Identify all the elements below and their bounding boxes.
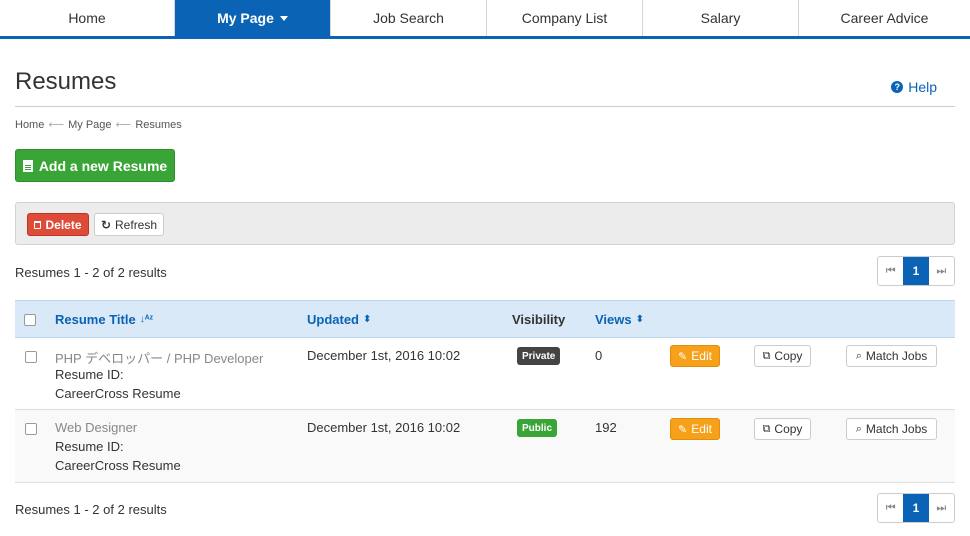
divider (15, 106, 955, 107)
breadcrumb-separator-icon: ⟵ (48, 119, 65, 131)
nav-company-list[interactable]: Company List (487, 0, 643, 36)
match-jobs-label: Match Jobs (865, 422, 928, 436)
resume-title-link[interactable]: Web Designer (55, 420, 137, 435)
breadcrumb-separator-icon: ⟵ (115, 119, 132, 131)
match-jobs-label: Match Jobs (865, 349, 928, 363)
resume-type: CareerCross Resume (55, 458, 181, 473)
view-count: 192 (595, 420, 617, 435)
edit-button[interactable]: ✎ Edit (670, 418, 720, 440)
row-checkbox[interactable] (25, 423, 37, 435)
nav-company-list-label: Company List (521, 10, 608, 26)
add-resume-button[interactable]: Add a new Resume (15, 149, 175, 182)
nav-job-search[interactable]: Job Search (331, 0, 487, 36)
column-header-title-label: Resume Title (55, 312, 136, 327)
results-summary-top: Resumes 1 - 2 of 2 results (15, 265, 167, 280)
breadcrumb: Home ⟵ My Page ⟵ Resumes (15, 118, 182, 132)
resume-id: Resume ID: (55, 439, 124, 454)
copy-button[interactable]: ⧉ Copy (754, 418, 811, 440)
column-header-updated[interactable]: Updated ⬍ (307, 312, 371, 327)
resume-id: Resume ID: (55, 367, 124, 382)
edit-button[interactable]: ✎ Edit (670, 345, 720, 367)
column-header-title[interactable]: Resume Title ↓ᴬᶻ (55, 312, 153, 327)
nav-job-search-label: Job Search (373, 10, 444, 26)
last-page-icon[interactable]: ⏭ (928, 257, 954, 285)
updated-date: December 1st, 2016 10:02 (307, 348, 461, 363)
column-header-views[interactable]: Views ⬍ (595, 312, 644, 327)
resume-type: CareerCross Resume (55, 386, 181, 401)
help-link[interactable]: ? Help (891, 79, 937, 95)
nav-home-label: Home (68, 10, 106, 26)
page-number[interactable]: 1 (903, 257, 929, 285)
column-header-views-label: Views (595, 312, 632, 327)
edit-label: Edit (691, 422, 712, 436)
add-resume-label: Add a new Resume (38, 157, 168, 174)
breadcrumb-resumes: Resumes (135, 118, 182, 131)
copy-icon: ⧉ (762, 422, 771, 435)
results-summary-bottom: Resumes 1 - 2 of 2 results (15, 502, 167, 517)
match-jobs-button[interactable]: ⌕ Match Jobs (846, 345, 937, 367)
edit-label: Edit (691, 349, 712, 363)
pagination-top: ⏮ 1 ⏭ (877, 256, 955, 286)
select-all-checkbox[interactable] (24, 314, 36, 326)
column-header-visibility: Visibility (512, 312, 565, 327)
caret-down-icon (279, 15, 288, 21)
document-icon (22, 159, 33, 172)
trash-icon (34, 220, 42, 229)
toolbar: Delete ↻ Refresh (15, 202, 955, 245)
question-circle-icon: ? (891, 81, 904, 93)
main-nav: Home My Page Job Search Company List Sal… (0, 0, 970, 39)
refresh-label: Refresh (115, 217, 158, 232)
visibility-badge: Public (517, 419, 558, 437)
first-page-icon[interactable]: ⏮ (878, 257, 904, 285)
view-count: 0 (595, 348, 603, 363)
copy-label: Copy (774, 349, 803, 363)
last-page-icon[interactable]: ⏭ (928, 494, 954, 522)
page-number[interactable]: 1 (903, 494, 929, 522)
search-icon: ⌕ (855, 422, 862, 435)
sort-alpha-icon: ↓ᴬᶻ (139, 314, 154, 325)
match-jobs-button[interactable]: ⌕ Match Jobs (846, 418, 937, 440)
nav-salary[interactable]: Salary (643, 0, 799, 36)
first-page-icon[interactable]: ⏮ (878, 494, 904, 522)
edit-icon: ✎ (678, 350, 688, 363)
nav-career-advice-label: Career Advice (840, 10, 929, 26)
delete-button[interactable]: Delete (27, 213, 89, 236)
breadcrumb-home[interactable]: Home (15, 119, 44, 131)
copy-label: Copy (774, 422, 803, 436)
visibility-badge: Private (517, 347, 561, 365)
table-row: Web Designer Resume ID: CareerCross Resu… (15, 410, 955, 483)
edit-icon: ✎ (678, 423, 688, 436)
row-checkbox[interactable] (25, 351, 37, 363)
column-header-updated-label: Updated (307, 312, 359, 327)
sort-icon: ⬍ (635, 314, 645, 325)
updated-date: December 1st, 2016 10:02 (307, 420, 461, 435)
column-header-visibility-label: Visibility (512, 312, 566, 327)
copy-icon: ⧉ (762, 349, 771, 362)
refresh-button[interactable]: ↻ Refresh (94, 213, 164, 236)
refresh-icon: ↻ (100, 217, 112, 232)
pagination-bottom: ⏮ 1 ⏭ (877, 493, 955, 523)
sort-icon: ⬍ (363, 314, 372, 325)
help-label: Help (908, 79, 937, 95)
nav-my-page-label: My Page (217, 10, 274, 26)
table-row: PHP デベロッパー / PHP Developer Resume ID: Ca… (15, 338, 955, 410)
page-title: Resumes (15, 68, 117, 95)
nav-salary-label: Salary (700, 10, 741, 26)
delete-label: Delete (45, 217, 82, 232)
nav-home[interactable]: Home (0, 0, 175, 36)
nav-my-page[interactable]: My Page (175, 0, 331, 36)
search-icon: ⌕ (855, 349, 862, 362)
nav-career-advice[interactable]: Career Advice (799, 0, 970, 36)
table-header: Resume Title ↓ᴬᶻ Updated ⬍ Visibility Vi… (15, 300, 955, 338)
copy-button[interactable]: ⧉ Copy (754, 345, 811, 367)
breadcrumb-my-page[interactable]: My Page (68, 119, 111, 131)
